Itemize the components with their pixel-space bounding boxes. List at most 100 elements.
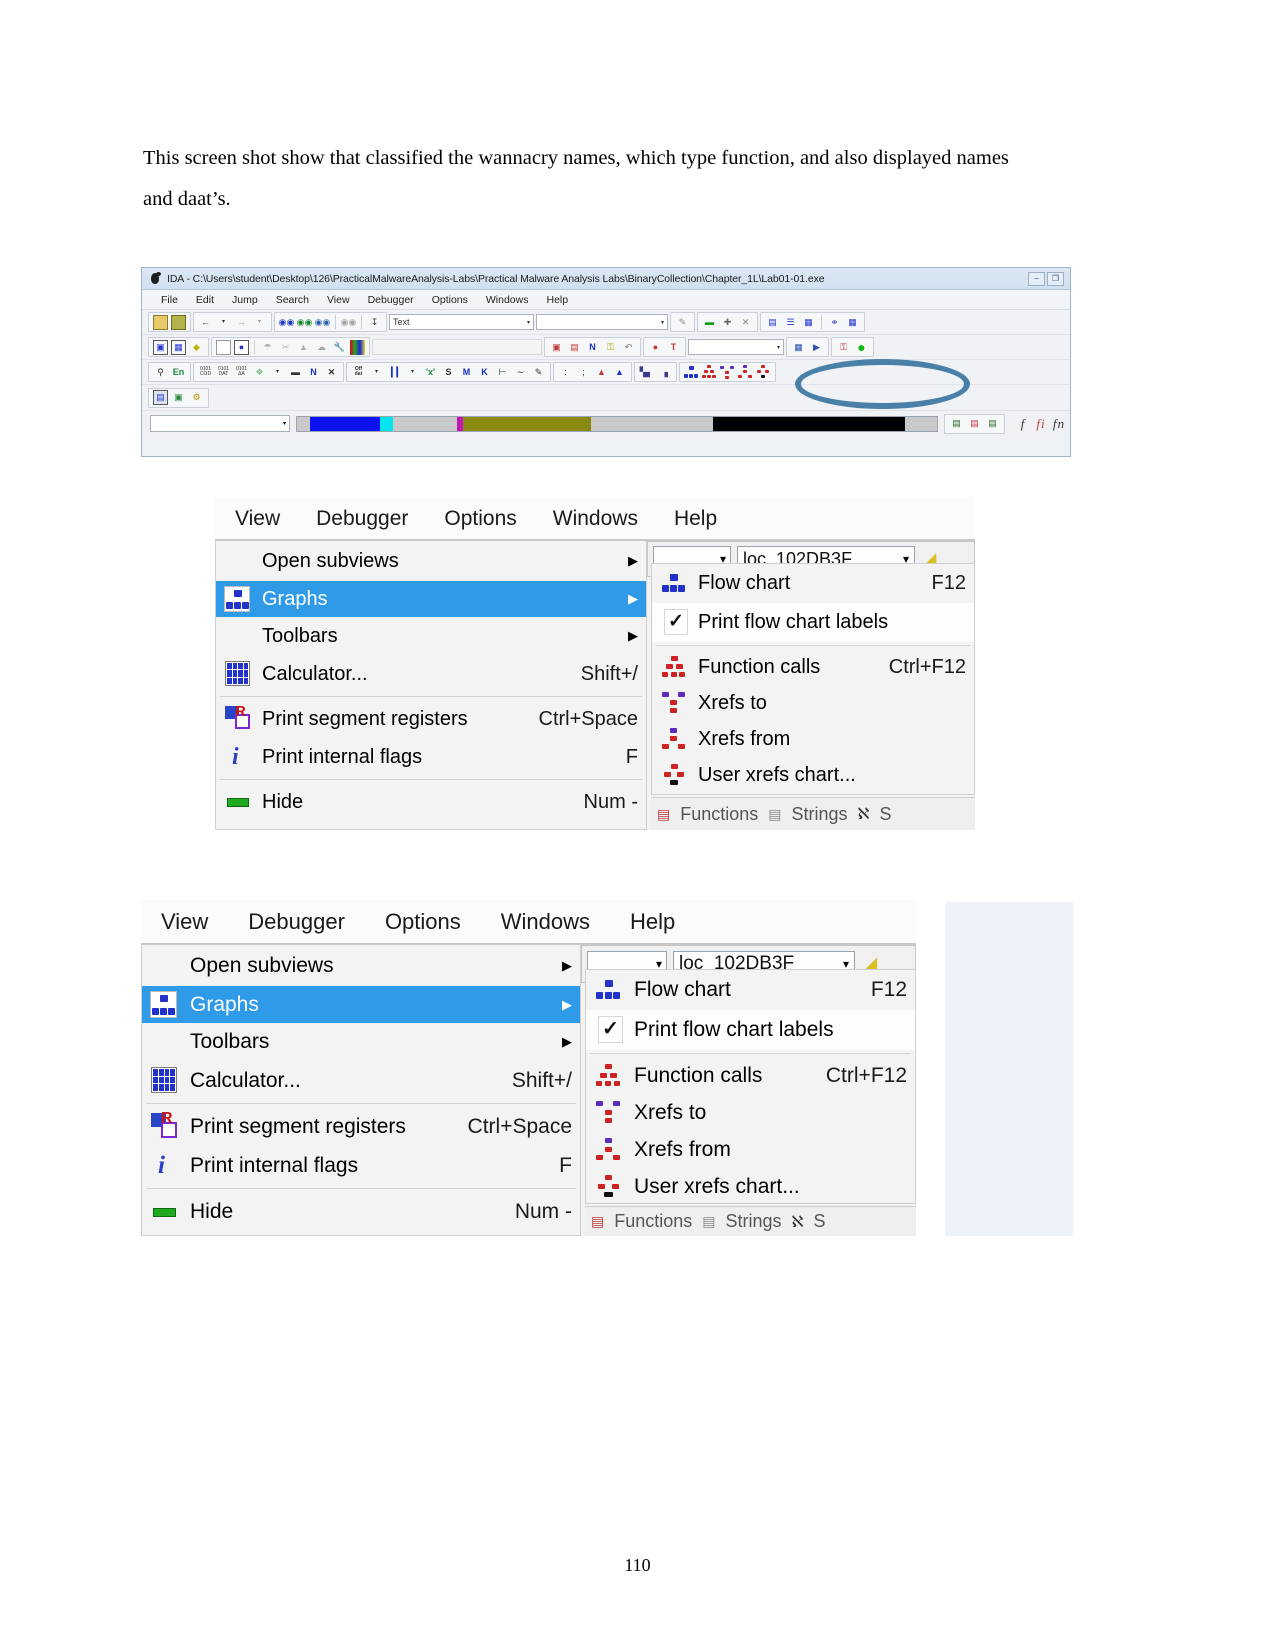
- menu-edit[interactable]: Edit: [187, 294, 223, 306]
- menubar-options[interactable]: Options: [426, 507, 534, 531]
- page-icon[interactable]: [216, 339, 231, 355]
- submenu-item-flow-chart-2[interactable]: Flow chart F12: [586, 970, 915, 1010]
- submenu-item-xrefs-from[interactable]: Xrefs from: [652, 721, 974, 757]
- menu-jump[interactable]: Jump: [223, 294, 267, 306]
- menu-item-toolbars-2[interactable]: Toolbars ▶: [142, 1023, 580, 1061]
- menu-help[interactable]: Help: [537, 294, 577, 306]
- cloud-icon[interactable]: ☁: [314, 340, 329, 355]
- debug-record-icon[interactable]: ●: [648, 340, 663, 355]
- windows-close-icon[interactable]: ▤: [985, 416, 1000, 431]
- menubar-help[interactable]: Help: [656, 507, 735, 531]
- menu-item-print-internal-flags[interactable]: i Print internal flags F: [216, 738, 646, 776]
- array-dropdown-icon[interactable]: ▾: [270, 365, 285, 380]
- menubar-view-2[interactable]: View: [155, 909, 228, 935]
- submenu-item-function-calls[interactable]: Function calls Ctrl+F12: [652, 649, 974, 685]
- menu-item-print-segment-registers-2[interactable]: R Print segment registers Ctrl+Space: [142, 1107, 580, 1146]
- maximize-button[interactable]: ❐: [1047, 271, 1064, 286]
- code-byte-icon[interactable]: 0101 COD: [198, 365, 213, 380]
- edit-pencil-icon[interactable]: ✎: [531, 365, 546, 380]
- chart2-icon[interactable]: ▲: [612, 365, 627, 380]
- undefine-byte-icon[interactable]: 0101 ΔA: [234, 365, 249, 380]
- menu-item-calculator[interactable]: Calculator... Shift+/: [216, 655, 646, 693]
- menubar-view[interactable]: View: [229, 507, 298, 531]
- binary-icon[interactable]: ┃┃: [387, 365, 402, 380]
- name-icon[interactable]: N: [585, 340, 600, 355]
- menu-debugger[interactable]: Debugger: [359, 294, 423, 306]
- minus-icon[interactable]: ▬: [702, 315, 717, 330]
- submenu-item-flow-chart[interactable]: Flow chart F12: [652, 564, 974, 603]
- paste-icon[interactable]: ▤: [567, 340, 582, 355]
- stack-view-icon[interactable]: ▤: [765, 315, 780, 330]
- open-folder-icon[interactable]: [153, 314, 168, 330]
- debug-step-icon[interactable]: ▦: [791, 340, 806, 355]
- colon-icon[interactable]: :: [558, 365, 573, 380]
- submenu-item-print-flow-chart-labels-2[interactable]: ✓ Print flow chart labels: [586, 1010, 915, 1050]
- secondary-combo[interactable]: ▾: [536, 314, 668, 330]
- submenu-item-xrefs-to-2[interactable]: Xrefs to: [586, 1094, 915, 1131]
- split-view-icon[interactable]: ▦: [801, 315, 816, 330]
- undo-icon[interactable]: ↶: [621, 340, 636, 355]
- cross-icon[interactable]: ✕: [738, 315, 753, 330]
- menubar-windows[interactable]: Windows: [535, 507, 656, 531]
- comment-icon[interactable]: ⊢: [495, 365, 510, 380]
- back-dropdown-icon[interactable]: ▾: [216, 315, 231, 330]
- keyword-k-icon[interactable]: K: [477, 365, 492, 380]
- menu-file[interactable]: File: [152, 294, 187, 306]
- menubar-debugger[interactable]: Debugger: [298, 507, 426, 531]
- windows-tile-icon[interactable]: ▤: [949, 416, 964, 431]
- tree-icon[interactable]: ▲: [296, 340, 311, 355]
- tab-functions-2[interactable]: Functions: [614, 1211, 692, 1232]
- plus-icon[interactable]: ✚: [720, 315, 735, 330]
- lock-icon[interactable]: ⚿: [603, 340, 618, 355]
- menubar-help-2[interactable]: Help: [610, 909, 695, 935]
- third-combo[interactable]: ▾: [688, 339, 784, 355]
- data-byte-icon[interactable]: 0101 DAT: [216, 365, 231, 380]
- forward-dropdown-icon[interactable]: ▾: [252, 315, 267, 330]
- menu-item-print-segment-registers[interactable]: R Print segment registers Ctrl+Space: [216, 700, 646, 738]
- submenu-item-function-calls-2[interactable]: Function calls Ctrl+F12: [586, 1057, 915, 1094]
- menu-item-graphs-2[interactable]: Graphs ▶: [142, 986, 580, 1023]
- binary-dropdown-icon[interactable]: ▾: [405, 365, 420, 380]
- menubar-debugger-2[interactable]: Debugger: [228, 909, 365, 935]
- palette-icon[interactable]: [350, 339, 365, 355]
- menu-item-open-subviews-2[interactable]: Open subviews ▶: [142, 945, 580, 986]
- menu-item-graphs[interactable]: Graphs ▶: [216, 581, 646, 617]
- minimize-button[interactable]: –: [1028, 271, 1045, 286]
- array-icon[interactable]: ❖: [252, 365, 267, 380]
- encoding-label-icon[interactable]: En: [171, 365, 186, 380]
- scissors-icon[interactable]: ✂: [278, 340, 293, 355]
- submenu-item-user-xrefs-chart-2[interactable]: User xrefs chart...: [586, 1168, 915, 1205]
- histogram2-icon[interactable]: ▗: [657, 365, 672, 380]
- submenu-item-user-xrefs-chart[interactable]: User xrefs chart...: [652, 757, 974, 793]
- flow-chart-icon[interactable]: [684, 365, 699, 380]
- search-text-combo[interactable]: Text ▾: [389, 314, 534, 330]
- tab-s-2[interactable]: S: [813, 1211, 825, 1232]
- tab-functions[interactable]: Functions: [680, 804, 758, 825]
- menubar-options-2[interactable]: Options: [365, 909, 481, 935]
- function-calls-icon[interactable]: [702, 364, 717, 380]
- menu-item-open-subviews[interactable]: Open subviews ▶: [216, 541, 646, 581]
- menu-item-toolbars[interactable]: Toolbars ▶: [216, 617, 646, 655]
- graph-overview-icon[interactable]: ⚭: [827, 315, 842, 330]
- stack-s-icon[interactable]: S: [441, 365, 456, 380]
- wrench-icon[interactable]: 🔧: [332, 340, 347, 355]
- save-icon[interactable]: [171, 314, 186, 330]
- xrefs-from-icon[interactable]: [738, 364, 753, 380]
- search-binoculars-gray-icon[interactable]: ◉◉: [341, 315, 357, 330]
- chart-icon[interactable]: ▲: [594, 365, 609, 380]
- search-binoculars-green-icon[interactable]: ◉◉: [297, 315, 313, 330]
- tab-strings[interactable]: Strings: [792, 804, 848, 825]
- offset-icon[interactable]: Off dat: [351, 365, 366, 380]
- nav-jump-combo[interactable]: ▾: [150, 415, 290, 432]
- windows-cascade-icon[interactable]: ▤: [967, 416, 982, 431]
- menu-search[interactable]: Search: [267, 294, 318, 306]
- calculator-icon[interactable]: ▤: [153, 390, 168, 405]
- menubar-windows-2[interactable]: Windows: [481, 909, 610, 935]
- green-dot-icon[interactable]: ●: [854, 340, 869, 355]
- back-arrow-icon[interactable]: ←: [198, 315, 213, 330]
- trash-icon[interactable]: ☂: [260, 340, 275, 355]
- tower-icon[interactable]: ⚲: [153, 365, 168, 380]
- search-binoculars-blue-icon[interactable]: ◉◉: [279, 315, 295, 330]
- menu-item-hide[interactable]: Hide Num -: [216, 783, 646, 821]
- submenu-item-print-flow-chart-labels[interactable]: ✓ Print flow chart labels: [652, 603, 974, 642]
